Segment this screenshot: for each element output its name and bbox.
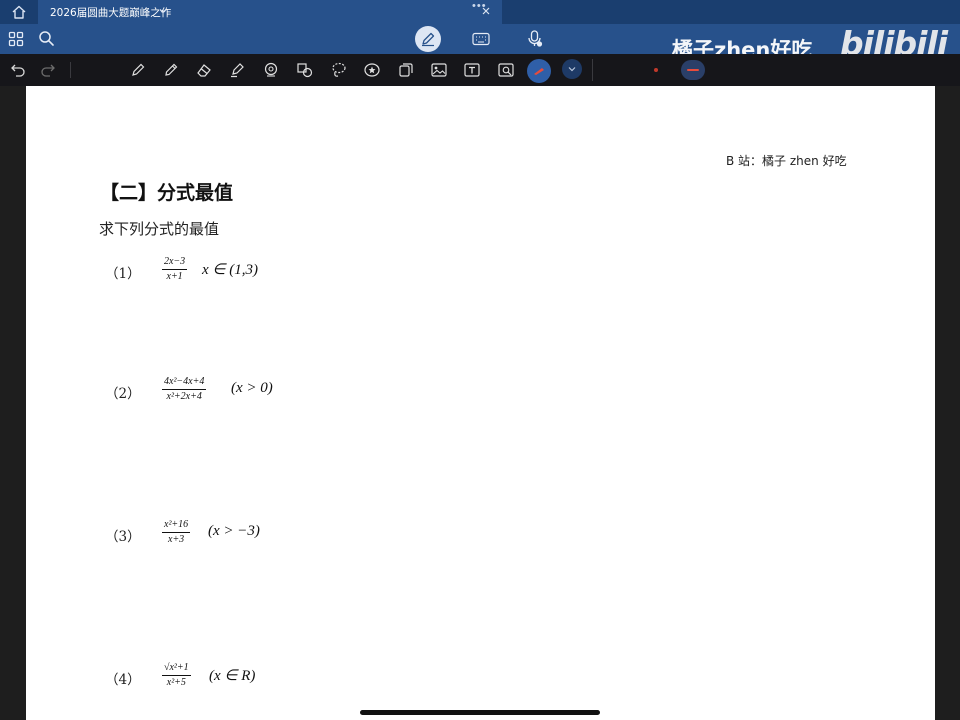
fraction: √x²+1 x²+5	[162, 662, 191, 689]
keyboard-icon[interactable]	[472, 32, 490, 46]
sticker-icon[interactable]	[363, 61, 381, 79]
fraction-denominator: x²+2x+4	[166, 391, 202, 402]
document-tab[interactable]: 2026届圆曲大题巅峰之作 •••	[38, 0, 502, 24]
problem-condition: (x > 0)	[231, 380, 273, 396]
camera-scan-icon[interactable]	[497, 61, 515, 79]
fraction-denominator: x+1	[166, 271, 183, 282]
instruction-text: 求下列分式的最值	[99, 220, 220, 238]
fraction: x²+16 x+3	[162, 519, 191, 546]
fraction-numerator: √x²+1	[164, 662, 189, 673]
mic-icon[interactable]	[526, 29, 544, 49]
chevron-down-icon[interactable]	[158, 6, 168, 16]
stroke-preview	[687, 69, 699, 71]
fraction: 4x²−4x+4 x²+2x+4	[162, 376, 207, 403]
problem-number: （2）	[105, 386, 141, 402]
problem-condition: x ∈ (1,3)	[202, 262, 258, 278]
image-icon[interactable]	[430, 61, 448, 79]
text-box-icon[interactable]	[463, 61, 481, 79]
grid-icon[interactable]	[8, 31, 24, 47]
fraction-denominator: x²+5	[166, 677, 186, 688]
undo-icon[interactable]	[10, 63, 26, 77]
color-swatch-selected[interactable]	[681, 60, 705, 80]
author-credit: B 站：橘子 zhen 好吃	[726, 154, 847, 168]
pen-icon[interactable]	[130, 62, 146, 78]
redo-icon[interactable]	[40, 63, 56, 77]
nav-bar	[0, 24, 960, 54]
problem-number: （3）	[105, 529, 141, 545]
pen-mode-toggle[interactable]	[415, 26, 441, 52]
problem-number: （1）	[105, 266, 141, 282]
problem-condition: (x ∈ R)	[209, 668, 256, 684]
close-tab-icon[interactable]	[482, 7, 490, 15]
fraction-bar	[162, 675, 191, 676]
fraction-numerator: 2x−3	[164, 256, 186, 267]
problem-condition: (x > −3)	[208, 523, 260, 539]
document-tab-title: 2026届圆曲大题巅峰之作	[50, 7, 172, 19]
eraser-icon[interactable]	[196, 62, 212, 78]
fraction-numerator: 4x²−4x+4	[164, 376, 205, 387]
text-shape-icon[interactable]	[296, 61, 314, 79]
fraction-denominator: x+3	[168, 534, 185, 545]
active-color-swatch[interactable]	[654, 68, 658, 72]
fraction-bar	[162, 389, 207, 390]
pen-nib-icon	[534, 68, 544, 75]
pen-mode-icon	[422, 32, 435, 47]
annotation-toolbar	[0, 54, 960, 86]
fraction-numerator: x²+16	[164, 519, 189, 530]
problem-number: （4）	[105, 672, 141, 688]
fraction: 2x−3 x+1	[162, 256, 188, 283]
fraction-bar	[162, 532, 191, 533]
home-indicator[interactable]	[360, 710, 600, 715]
highlighter-icon[interactable]	[229, 62, 245, 78]
tab-bar: 2026届圆曲大题巅峰之作 •••	[0, 0, 960, 24]
shape-icon[interactable]	[262, 61, 280, 79]
lasso-icon[interactable]	[330, 61, 348, 79]
page-copy-icon[interactable]	[397, 61, 415, 79]
chevron-down-icon	[568, 67, 576, 72]
pencil-icon[interactable]	[163, 62, 179, 78]
search-icon[interactable]	[38, 30, 55, 47]
toolbar-divider	[70, 62, 71, 78]
fraction-bar	[162, 269, 188, 270]
toolbar-more-button[interactable]	[562, 59, 582, 79]
toolbar-divider	[592, 59, 593, 81]
document-page[interactable]: B 站：橘子 zhen 好吃 【二】分式最值 求下列分式的最值 （1） 2x−3…	[26, 86, 935, 720]
home-icon[interactable]	[10, 4, 28, 20]
section-heading: 【二】分式最值	[100, 182, 234, 204]
